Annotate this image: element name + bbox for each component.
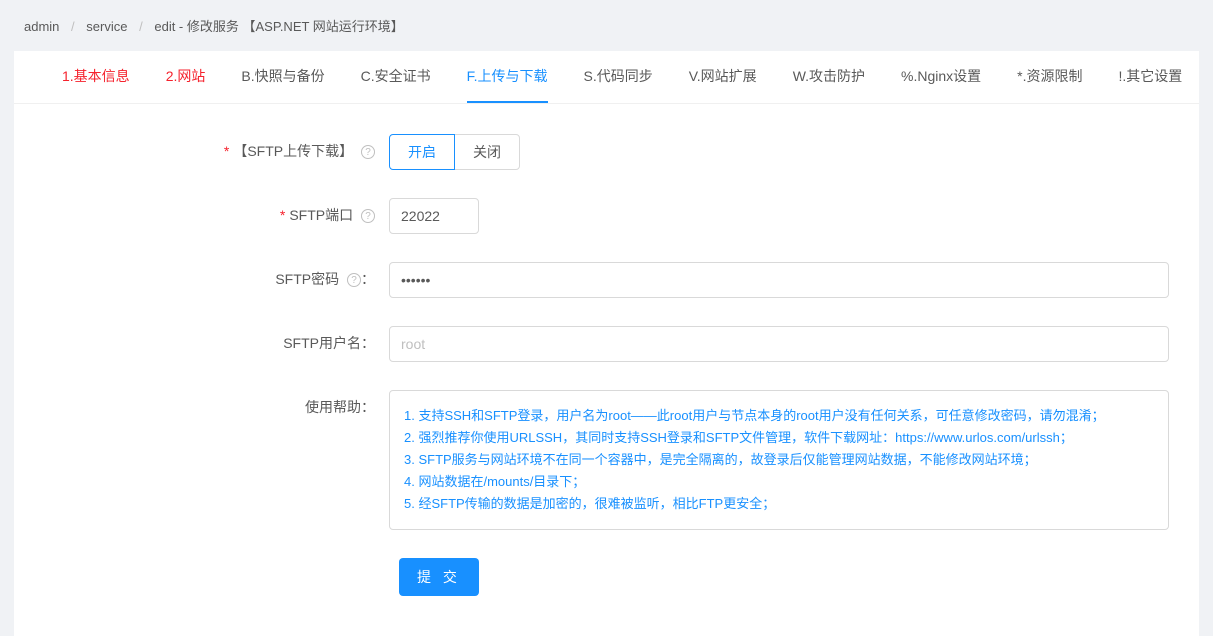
sftp-user-input (389, 326, 1169, 362)
sftp-password-input[interactable] (389, 262, 1169, 298)
tab-ext[interactable]: V.网站扩展 (689, 51, 757, 103)
help-icon[interactable]: ? (361, 209, 375, 223)
help-box: 1. 支持SSH和SFTP登录，用户名为root——此root用户与节点本身的r… (389, 390, 1169, 530)
sftp-switch-group: 开启 关闭 (389, 134, 520, 170)
breadcrumb-sep: / (71, 19, 75, 34)
tab-codesync[interactable]: S.代码同步 (584, 51, 653, 103)
label-sftp-switch: *【SFTP上传下载】 ? (44, 134, 389, 161)
main-panel: 1.基本信息 2.网站 B.快照与备份 C.安全证书 F.上传与下载 S.代码同… (14, 51, 1199, 636)
tab-nginx[interactable]: %.Nginx设置 (901, 51, 981, 103)
submit-button[interactable]: 提 交 (399, 558, 479, 596)
tab-defense[interactable]: W.攻击防护 (793, 51, 865, 103)
tab-snapshot[interactable]: B.快照与备份 (241, 51, 324, 103)
breadcrumb-sep: / (139, 19, 143, 34)
help-line: 3. SFTP服务与网站环境不在同一个容器中，是完全隔离的，故登录后仅能管理网站… (404, 449, 1154, 471)
row-sftp-switch: *【SFTP上传下载】 ? 开启 关闭 (44, 134, 1169, 170)
tabs: 1.基本信息 2.网站 B.快照与备份 C.安全证书 F.上传与下载 S.代码同… (14, 51, 1199, 104)
tab-website[interactable]: 2.网站 (166, 51, 206, 103)
tab-resource[interactable]: *.资源限制 (1017, 51, 1082, 103)
breadcrumb: admin / service / edit - 修改服务 【ASP.NET 网… (0, 0, 1213, 51)
tab-upload[interactable]: F.上传与下载 (467, 51, 548, 103)
label-help: 使用帮助： (44, 390, 389, 417)
help-icon[interactable]: ? (347, 273, 361, 287)
sftp-off-button[interactable]: 关闭 (454, 134, 520, 170)
help-line: 2. 强烈推荐你使用URLSSH，其同时支持SSH登录和SFTP文件管理，软件下… (404, 427, 1154, 449)
form: *【SFTP上传下载】 ? 开启 关闭 *SFTP端口 ? SFTP密码 (14, 104, 1199, 636)
label-sftp-port: *SFTP端口 ? (44, 198, 389, 225)
help-line: 1. 支持SSH和SFTP登录，用户名为root——此root用户与节点本身的r… (404, 405, 1154, 427)
row-sftp-port: *SFTP端口 ? (44, 198, 1169, 234)
help-icon[interactable]: ? (361, 145, 375, 159)
row-sftp-user: SFTP用户名： (44, 326, 1169, 362)
sftp-port-input[interactable] (389, 198, 479, 234)
tab-basic[interactable]: 1.基本信息 (62, 51, 130, 103)
tab-other[interactable]: !.其它设置 (1119, 51, 1183, 103)
row-sftp-password: SFTP密码 ?： (44, 262, 1169, 298)
label-sftp-password: SFTP密码 ?： (44, 262, 389, 289)
tab-cert[interactable]: C.安全证书 (361, 51, 431, 103)
breadcrumb-current: edit - 修改服务 【ASP.NET 网站运行环境】 (154, 19, 403, 34)
help-line: 4. 网站数据在/mounts/目录下； (404, 471, 1154, 493)
breadcrumb-admin[interactable]: admin (24, 19, 59, 34)
submit-row: 提 交 (399, 558, 1169, 596)
row-help: 使用帮助： 1. 支持SSH和SFTP登录，用户名为root——此root用户与… (44, 390, 1169, 530)
label-sftp-user: SFTP用户名： (44, 326, 389, 353)
breadcrumb-service[interactable]: service (86, 19, 127, 34)
help-line: 5. 经SFTP传输的数据是加密的，很难被监听，相比FTP更安全； (404, 493, 1154, 515)
sftp-on-button[interactable]: 开启 (389, 134, 455, 170)
